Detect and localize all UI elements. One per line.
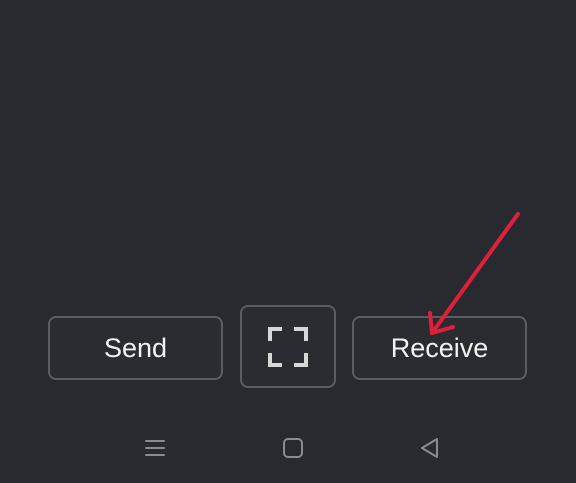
red-arrow-icon	[428, 212, 520, 335]
wallet-screen: Send Receive	[0, 0, 576, 483]
back-triangle-icon[interactable]	[416, 434, 444, 462]
send-button[interactable]: Send	[48, 316, 223, 380]
scan-qr-button[interactable]	[240, 305, 336, 388]
receive-button[interactable]: Receive	[352, 316, 527, 380]
system-navigation-bar	[0, 420, 576, 476]
home-square-icon[interactable]	[279, 434, 307, 462]
scan-frame-icon	[268, 326, 308, 367]
menu-icon[interactable]	[141, 434, 169, 462]
